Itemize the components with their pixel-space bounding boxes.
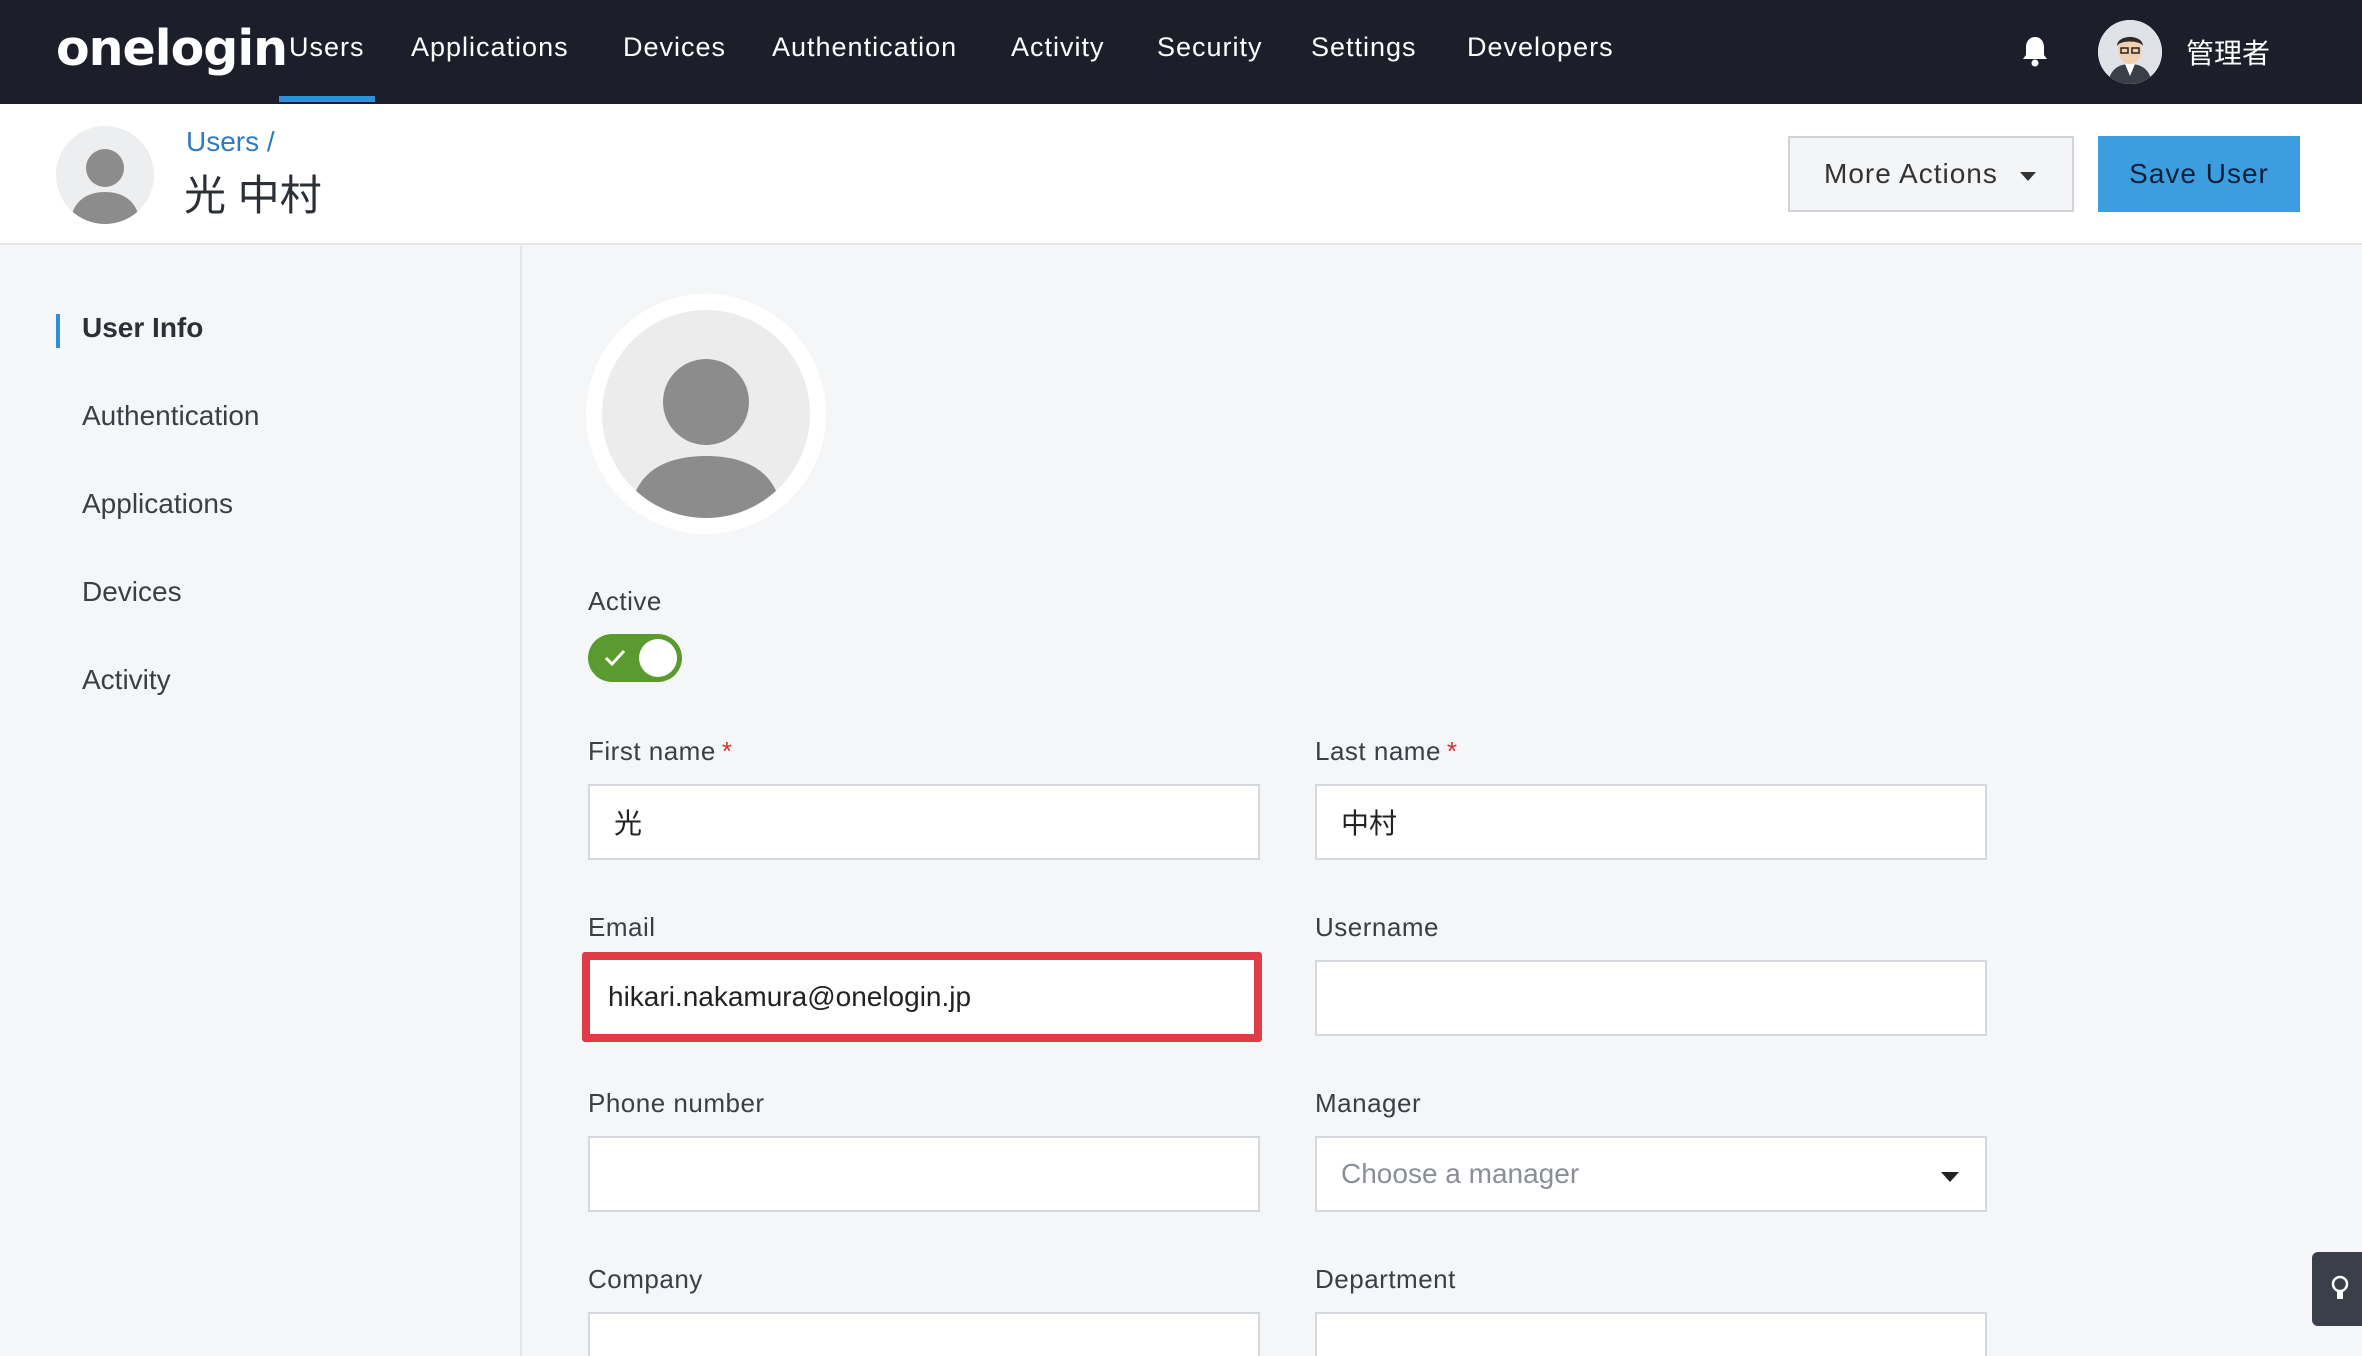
nav-settings[interactable]: Settings — [1311, 32, 1417, 63]
caret-down-icon — [1941, 1172, 1959, 1182]
first-name-input[interactable]: 光 — [588, 784, 1260, 860]
active-indicator — [56, 314, 60, 348]
active-toggle[interactable] — [588, 634, 682, 682]
lightbulb-icon — [2331, 1275, 2349, 1299]
nav-devices[interactable]: Devices — [623, 32, 726, 63]
username-label: Username — [1315, 912, 1439, 942]
nav-authentication[interactable]: Authentication — [772, 32, 957, 63]
company-label: Company — [588, 1264, 703, 1294]
admin-avatar[interactable] — [2098, 20, 2162, 84]
active-label: Active — [588, 586, 662, 616]
save-user-button[interactable]: Save User — [2098, 136, 2300, 212]
phone-input[interactable] — [588, 1136, 1260, 1212]
breadcrumb[interactable]: Users / — [186, 126, 275, 158]
nav-security[interactable]: Security — [1157, 32, 1263, 63]
department-input[interactable] — [1315, 1312, 1987, 1356]
department-label: Department — [1315, 1264, 1456, 1294]
manager-label: Manager — [1315, 1088, 1422, 1118]
last-name-label: Last name * — [1315, 736, 1458, 766]
caret-down-icon — [2020, 172, 2036, 181]
sidebar-item-authentication[interactable]: Authentication — [82, 400, 259, 432]
first-name-label: First name * — [588, 736, 733, 766]
page-title: 光 中村 — [184, 172, 322, 219]
nav-developers[interactable]: Developers — [1467, 32, 1614, 63]
more-actions-label: More Actions — [1824, 158, 1998, 189]
sidebar-item-devices[interactable]: Devices — [82, 576, 182, 608]
manager-select[interactable]: Choose a manager — [1315, 1136, 1987, 1212]
nav-activity[interactable]: Activity — [1011, 32, 1105, 63]
check-icon — [604, 649, 626, 667]
sidebar: User Info Authentication Applications De… — [0, 246, 522, 1356]
email-input[interactable]: hikari.nakamura@onelogin.jp — [582, 952, 1262, 1042]
user-avatar — [56, 126, 154, 224]
required-mark: * — [1446, 736, 1458, 766]
nav-users[interactable]: Users — [279, 32, 374, 102]
help-tab[interactable] — [2312, 1252, 2362, 1326]
company-input[interactable] — [588, 1312, 1260, 1356]
user-info-form: Active First name * 光 Last name * 中村 Email… — [524, 246, 2362, 1356]
onelogin-logo[interactable]: onelogin — [56, 20, 288, 77]
sidebar-item-user-info[interactable]: User Info — [82, 312, 203, 344]
username-input[interactable] — [1315, 960, 1987, 1036]
more-actions-button[interactable]: More Actions — [1788, 136, 2074, 212]
top-navigation: onelogin Users Applications Devices Auth… — [0, 0, 2362, 104]
required-mark: * — [721, 736, 733, 766]
page-header: Users / 光 中村 More Actions Save User — [0, 104, 2362, 245]
user-silhouette-icon — [602, 310, 810, 518]
sidebar-item-applications[interactable]: Applications — [82, 488, 233, 520]
admin-name[interactable]: 管理者 — [2186, 32, 2270, 72]
manager-placeholder: Choose a manager — [1341, 1158, 1580, 1189]
bell-icon[interactable] — [2020, 34, 2050, 68]
last-name-input[interactable]: 中村 — [1315, 784, 1987, 860]
phone-label: Phone number — [588, 1088, 765, 1118]
email-label: Email — [588, 912, 656, 942]
toggle-knob — [639, 639, 677, 677]
profile-photo[interactable] — [586, 294, 826, 534]
nav-applications[interactable]: Applications — [411, 32, 569, 63]
sidebar-item-activity[interactable]: Activity — [82, 664, 171, 696]
